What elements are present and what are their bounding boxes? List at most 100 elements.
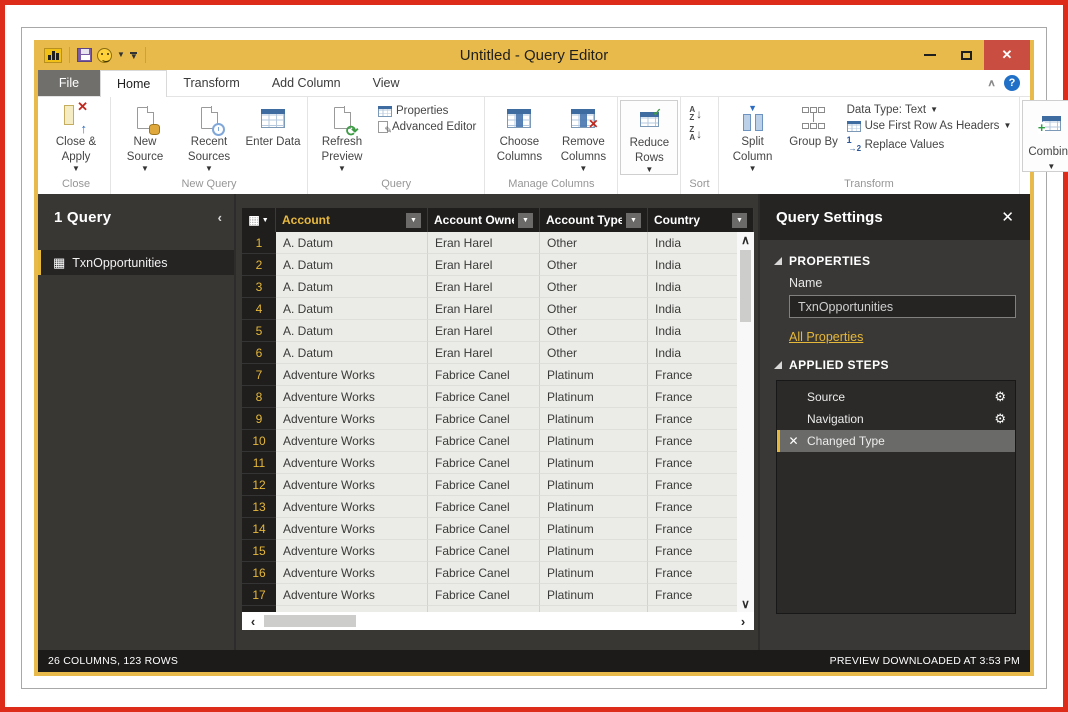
cell-account-type[interactable]: Platinum [540, 474, 648, 496]
cell-account-owner[interactable]: Fabrice Canel [428, 364, 540, 386]
cell-account-type[interactable]: Other [540, 254, 648, 276]
column-header-account[interactable]: Account ▼ [276, 208, 428, 232]
row-number[interactable]: 17 [242, 584, 276, 606]
recent-sources-button[interactable]: Recent Sources ▼ [177, 100, 241, 173]
tab-view[interactable]: View [357, 70, 416, 96]
close-button[interactable]: ✕ [984, 40, 1030, 70]
applied-step-source[interactable]: Source⚙ [777, 386, 1015, 408]
query-list-item[interactable]: ▦ TxnOpportunities [38, 250, 234, 275]
tab-file[interactable]: File [38, 70, 100, 96]
collapse-ribbon-icon[interactable]: ∧ [987, 77, 996, 88]
all-properties-link[interactable]: All Properties [789, 330, 863, 344]
vertical-scrollbar[interactable]: ∧ ∨ [737, 232, 754, 612]
applied-step-navigation[interactable]: Navigation⚙ [777, 408, 1015, 430]
gear-icon[interactable]: ⚙ [994, 389, 1006, 405]
cell-account-owner[interactable]: Fabrice Canel [428, 584, 540, 606]
cell-account[interactable]: Adventure Works [276, 562, 428, 584]
cell-account-type[interactable]: Other [540, 232, 648, 254]
cell-account-type[interactable]: Platinum [540, 452, 648, 474]
gear-icon[interactable]: ⚙ [994, 411, 1006, 427]
row-number[interactable]: 9 [242, 408, 276, 430]
filter-icon[interactable]: ▼ [732, 213, 747, 228]
maximize-button[interactable] [948, 40, 984, 70]
cell-account-owner[interactable]: Fabrice Canel [428, 562, 540, 584]
cell-account-type[interactable]: Other [540, 298, 648, 320]
cell-account-owner[interactable]: Fabrice Canel [428, 408, 540, 430]
help-icon[interactable]: ? [1004, 75, 1020, 91]
row-number[interactable]: 3 [242, 276, 276, 298]
cell-account[interactable]: A. Datum [276, 254, 428, 276]
cell-account[interactable]: A. Datum [276, 320, 428, 342]
delete-step-icon[interactable]: ✕ [780, 434, 807, 448]
query-name-input[interactable] [789, 295, 1016, 318]
sort-ascending-button[interactable]: AZ↓ [689, 106, 702, 123]
new-source-button[interactable]: New Source ▼ [113, 100, 177, 173]
row-number[interactable]: 7 [242, 364, 276, 386]
row-number[interactable]: 16 [242, 562, 276, 584]
cell-account[interactable]: Adventure Works [276, 518, 428, 540]
refresh-preview-button[interactable]: ⟳ Refresh Preview ▼ [310, 100, 374, 173]
scroll-left-icon[interactable]: ‹ [242, 614, 264, 629]
row-number[interactable]: 2 [242, 254, 276, 276]
row-number[interactable]: 13 [242, 496, 276, 518]
vertical-scroll-thumb[interactable] [740, 250, 751, 322]
cell-account-owner[interactable]: Fabrice Canel [428, 474, 540, 496]
cell-account-owner[interactable]: Eran Harel [428, 276, 540, 298]
close-icon[interactable]: ✕ [1001, 208, 1014, 226]
cell-account-type[interactable]: Platinum [540, 540, 648, 562]
cell-account[interactable]: Adventure Works [276, 452, 428, 474]
tab-transform[interactable]: Transform [167, 70, 256, 96]
cell-account[interactable]: Adventure Works [276, 386, 428, 408]
combine-button[interactable]: + Combine ▼ [1022, 100, 1068, 172]
split-column-button[interactable]: Split Column ▼ [721, 100, 785, 173]
save-icon[interactable] [77, 48, 92, 62]
replace-values-button[interactable]: 1→2 Replace Values [847, 136, 1012, 153]
scroll-down-icon[interactable]: ∨ [737, 596, 754, 612]
group-by-button[interactable]: Group By [785, 100, 843, 150]
cell-account[interactable]: Adventure Works [276, 364, 428, 386]
row-number[interactable]: 1 [242, 232, 276, 254]
column-header-account-owner[interactable]: Account Owner ▼ [428, 208, 540, 232]
row-number[interactable]: 10 [242, 430, 276, 452]
cell-account[interactable]: A. Datum [276, 298, 428, 320]
cell-account[interactable]: A. Datum [276, 232, 428, 254]
column-header-account-type[interactable]: Account Type ▼ [540, 208, 648, 232]
cell-account-type[interactable]: Platinum [540, 364, 648, 386]
cell-account-type[interactable]: Platinum [540, 562, 648, 584]
enter-data-button[interactable]: Enter Data [241, 100, 305, 150]
row-number[interactable]: 11 [242, 452, 276, 474]
cell-account-owner[interactable]: Fabrice Canel [428, 496, 540, 518]
tab-add-column[interactable]: Add Column [256, 70, 357, 96]
sort-descending-button[interactable]: ZA↓ [689, 126, 702, 143]
properties-section-header[interactable]: PROPERTIES [774, 254, 1016, 268]
use-first-row-as-headers-button[interactable]: Use First Row As Headers ▼ [847, 120, 1012, 132]
column-header-country[interactable]: Country ▼ [648, 208, 754, 232]
horizontal-scrollbar[interactable]: ‹ › [242, 612, 754, 630]
minimize-button[interactable] [912, 40, 948, 70]
tab-home[interactable]: Home [100, 70, 167, 97]
filter-icon[interactable]: ▼ [406, 213, 421, 228]
cell-account[interactable]: Adventure Works [276, 496, 428, 518]
row-number[interactable]: 5 [242, 320, 276, 342]
choose-columns-button[interactable]: Choose Columns [487, 100, 551, 165]
cell-account-type[interactable]: Platinum [540, 584, 648, 606]
applied-steps-section-header[interactable]: APPLIED STEPS [774, 358, 1016, 372]
cell-account-owner[interactable]: Eran Harel [428, 320, 540, 342]
cell-account[interactable]: Adventure Works [276, 540, 428, 562]
properties-button[interactable]: Properties [378, 105, 476, 117]
cell-account-type[interactable]: Platinum [540, 386, 648, 408]
grid-corner-button[interactable]: ▦ ▼ [242, 208, 276, 232]
feedback-smiley-icon[interactable] [97, 48, 112, 63]
cell-account-owner[interactable]: Eran Harel [428, 232, 540, 254]
cell-account-owner[interactable]: Eran Harel [428, 342, 540, 364]
cell-account[interactable]: Adventure Works [276, 584, 428, 606]
cell-account-type[interactable]: Other [540, 342, 648, 364]
scroll-right-icon[interactable]: › [732, 614, 754, 629]
collapse-pane-icon[interactable]: ‹ [218, 210, 222, 225]
cell-account-owner[interactable]: Eran Harel [428, 254, 540, 276]
horizontal-scroll-thumb[interactable] [264, 615, 356, 627]
cell-account-owner[interactable]: Fabrice Canel [428, 518, 540, 540]
row-number[interactable]: 6 [242, 342, 276, 364]
cell-account[interactable]: A. Datum [276, 342, 428, 364]
cell-account-owner[interactable]: Fabrice Canel [428, 540, 540, 562]
